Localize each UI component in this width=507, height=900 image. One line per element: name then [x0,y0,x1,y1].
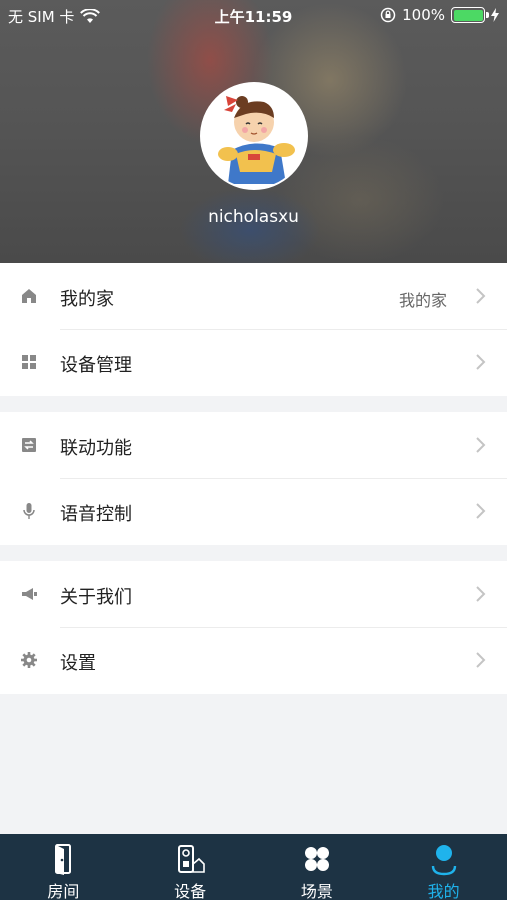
chevron-right-icon [476,354,486,370]
status-bar: 无 SIM 卡 上午11:59 100% [0,0,507,32]
chevron-right-icon [476,503,486,519]
menu-item-device-management[interactable]: 设备管理 [0,329,507,395]
menu-item-linkage[interactable]: 联动功能 [0,412,507,478]
menu-group-features: 联动功能 语音控制 [0,412,507,545]
menu-item-value: 我的家 [398,291,447,310]
menu-item-label: 设备管理 [60,355,132,376]
tab-devices[interactable]: 设备 [127,834,254,900]
menu-item-about-us[interactable]: 关于我们 [0,561,507,627]
orientation-lock-icon [380,7,396,23]
profile-header: 无 SIM 卡 上午11:59 100% nicholasxu [0,0,507,263]
chevron-right-icon [476,288,486,304]
scene-icon [304,847,329,871]
tab-label: 我的 [427,882,460,900]
menu-item-label: 语音控制 [60,504,132,525]
menu-item-label: 设置 [60,653,96,674]
door-icon [55,844,72,875]
menu-item-voice-control[interactable]: 语音控制 [0,478,507,544]
grid-icon [22,355,36,369]
username: nicholasxu [208,207,299,227]
tab-label: 场景 [300,882,333,900]
chevron-right-icon [476,586,486,602]
tab-mine[interactable]: 我的 [380,834,507,900]
chevron-right-icon [476,437,486,453]
home-icon [22,289,36,303]
menu-item-label: 联动功能 [60,438,132,459]
chevron-right-icon [476,652,486,668]
battery-percent: 100% [402,6,445,24]
megaphone-icon [22,588,37,600]
tab-scenes[interactable]: 场景 [254,834,381,900]
tab-label: 设备 [174,882,207,900]
menu-group-other: 关于我们 设置 [0,561,507,694]
menu-item-my-home[interactable]: 我的家 我的家 [0,263,507,329]
person-icon [431,845,456,876]
microphone-icon [23,503,35,519]
menu-group-home: 我的家 我的家 设备管理 [0,263,507,396]
tab-label: 房间 [47,882,80,900]
gear-icon [21,652,37,668]
device-icon [178,845,205,873]
menu-item-label: 关于我们 [60,587,132,608]
menu-item-label: 我的家 [60,289,114,310]
cartoon-avatar-icon [202,84,306,188]
charging-icon [491,8,499,22]
battery-icon [451,7,489,23]
avatar[interactable] [200,82,308,190]
tab-rooms[interactable]: 房间 [0,834,127,900]
menu-item-settings[interactable]: 设置 [0,627,507,693]
tab-bar: 房间 设备 场景 我的 [0,834,507,900]
linkage-icon [22,438,36,452]
